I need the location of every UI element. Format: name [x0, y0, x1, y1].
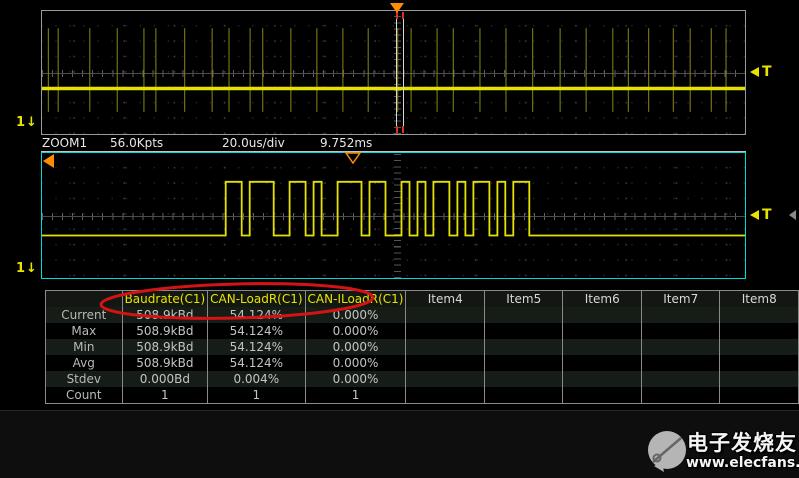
- channel1-waveform: [42, 11, 745, 134]
- measurement-column-header[interactable]: Item7: [641, 291, 720, 308]
- measurement-row: Max508.9kBd54.124%0.000%: [46, 323, 799, 339]
- measurement-row: Count111: [46, 387, 799, 404]
- measurement-cell: [641, 387, 720, 404]
- measurement-row: Current508.9kBd54.124%0.000%: [46, 307, 799, 323]
- measurement-column-header[interactable]: Item5: [484, 291, 563, 308]
- measurement-cell: [484, 323, 563, 339]
- measurement-cell: [641, 355, 720, 371]
- trigger-position-marker[interactable]: [390, 3, 404, 13]
- row-label: Max: [46, 323, 123, 339]
- measurement-cell: [563, 323, 642, 339]
- channel1-position-marker[interactable]: 1↓: [16, 115, 38, 130]
- measurement-cell: [720, 323, 799, 339]
- measurement-cell: [720, 355, 799, 371]
- row-label: Count: [46, 387, 123, 404]
- measurement-cell: [406, 355, 485, 371]
- zoom-window-bottom-bracket: [396, 126, 404, 133]
- measurement-column-header[interactable]: Baudrate(C1): [122, 291, 208, 308]
- measurement-cell: [641, 323, 720, 339]
- pan-indicator-icon: [789, 210, 796, 220]
- measurement-cell: [720, 307, 799, 323]
- measurement-cell: 508.9kBd: [122, 323, 208, 339]
- measurement-cell: [641, 307, 720, 323]
- measurement-cell: [563, 307, 642, 323]
- measurement-cell: 0.000%: [305, 339, 406, 355]
- measurement-cell: 0.000Bd: [122, 371, 208, 387]
- zoom-window-top-bracket: [396, 12, 404, 19]
- measurement-column-header[interactable]: CAN-ILoadR(C1): [305, 291, 406, 308]
- measurement-cell: [720, 387, 799, 404]
- zoom-left-edge-marker[interactable]: [43, 154, 54, 168]
- measurement-cell: [720, 371, 799, 387]
- measurement-column-header[interactable]: Item4: [406, 291, 485, 308]
- measurement-table: Baudrate(C1)CAN-LoadR(C1)CAN-ILoadR(C1)I…: [45, 290, 799, 404]
- corner-cell: [46, 291, 123, 308]
- measurement-cell: [406, 339, 485, 355]
- measurement-cell: [563, 339, 642, 355]
- trigger-level-label: T: [762, 64, 772, 80]
- measurement-cell: [484, 371, 563, 387]
- measurement-cell: [406, 307, 485, 323]
- zoom-channel1-position-marker[interactable]: 1↓: [16, 261, 38, 276]
- measurement-cell: 54.124%: [208, 323, 305, 339]
- measurement-cell: [563, 387, 642, 404]
- measurement-column-header[interactable]: Item8: [720, 291, 799, 308]
- measurement-cell: 508.9kBd: [122, 339, 208, 355]
- left-arrow-icon: [750, 67, 759, 77]
- zoom-timebase: 20.0us/div: [222, 136, 285, 150]
- measurement-cell: 54.124%: [208, 307, 305, 323]
- row-label: Current: [46, 307, 123, 323]
- oscilloscope-screen: T 1↓ ZOOM1 56.0Kpts 20.0us/div 9.752ms T…: [0, 0, 799, 478]
- row-label: Avg: [46, 355, 123, 371]
- measurement-cell: 54.124%: [208, 355, 305, 371]
- trigger-level-label: T: [762, 207, 772, 223]
- measurement-cell: [641, 371, 720, 387]
- measurement-cell: [720, 339, 799, 355]
- measurement-cell: 0.004%: [208, 371, 305, 387]
- measurement-cell: 1: [208, 387, 305, 404]
- measurement-cell: 1: [305, 387, 406, 404]
- measurement-cell: [641, 339, 720, 355]
- measurement-cell: 54.124%: [208, 339, 305, 355]
- row-label: Min: [46, 339, 123, 355]
- row-label: Stdev: [46, 371, 123, 387]
- measurement-cell: [406, 323, 485, 339]
- measurement-column-header[interactable]: Item6: [563, 291, 642, 308]
- measurement-cell: [563, 355, 642, 371]
- measurement-column-header[interactable]: CAN-LoadR(C1): [208, 291, 305, 308]
- main-waveform-panel: [41, 10, 746, 135]
- measurement-cell: 0.000%: [305, 371, 406, 387]
- measurement-cell: 0.000%: [305, 307, 406, 323]
- measurement-header-row: Baudrate(C1)CAN-LoadR(C1)CAN-ILoadR(C1)I…: [46, 291, 799, 308]
- zoom-trigger-position-marker[interactable]: [345, 152, 361, 164]
- trigger-level-marker[interactable]: T: [750, 64, 772, 80]
- measurement-row: Min508.9kBd54.124%0.000%: [46, 339, 799, 355]
- zoom-waveform-panel: [41, 152, 746, 279]
- measurement-cell: [406, 371, 485, 387]
- zoom-readout-bar: ZOOM1 56.0Kpts 20.0us/div 9.752ms: [41, 135, 746, 152]
- measurement-cell: [484, 339, 563, 355]
- zoom-points: 56.0Kpts: [110, 136, 163, 150]
- status-bar: ZLG® 1 1:1 1MΩ 20.0mV/div -240mV 2 – -:-…: [0, 410, 799, 478]
- measurement-cell: 508.9kBd: [122, 307, 208, 323]
- measurement-cell: [484, 355, 563, 371]
- left-arrow-icon: [750, 210, 759, 220]
- measurement-row: Stdev0.000Bd0.004%0.000%: [46, 371, 799, 387]
- measurement-cell: 0.000%: [305, 323, 406, 339]
- zoom-trigger-level-marker[interactable]: T: [750, 207, 772, 223]
- measurement-cell: [563, 371, 642, 387]
- measurement-row: Avg508.9kBd54.124%0.000%: [46, 355, 799, 371]
- zoom-channel1-waveform: [42, 153, 745, 278]
- zoom-window-indicator[interactable]: [396, 12, 404, 133]
- zoom-offset: 9.752ms: [320, 136, 372, 150]
- measurement-cell: [406, 387, 485, 404]
- measurement-cell: 1: [122, 387, 208, 404]
- measurement-cell: [484, 387, 563, 404]
- zoom-name: ZOOM1: [42, 136, 87, 150]
- measurement-cell: [484, 307, 563, 323]
- measurement-cell: 0.000%: [305, 355, 406, 371]
- measurement-cell: 508.9kBd: [122, 355, 208, 371]
